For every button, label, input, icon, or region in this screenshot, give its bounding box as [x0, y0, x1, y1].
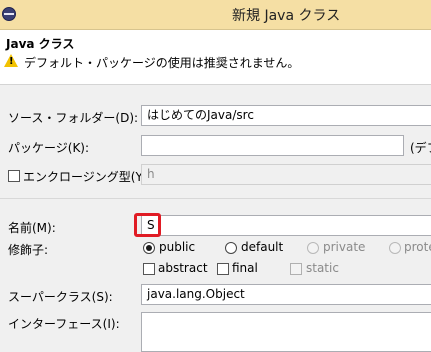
package-input[interactable]	[141, 135, 404, 156]
separator	[0, 198, 431, 199]
final-label: final	[232, 261, 258, 275]
protected-radio[interactable]	[389, 242, 401, 254]
package-default-label: (デフ	[410, 141, 431, 155]
page-heading: Java クラス	[6, 37, 75, 51]
protected-label: prote	[404, 240, 431, 254]
name-label: 名前(M):	[8, 221, 56, 235]
enclosing-type-input[interactable]: h	[141, 164, 431, 185]
static-label: static	[306, 261, 339, 275]
enclosing-type-checkbox[interactable]	[8, 170, 20, 182]
modifiers-label: 修飾子:	[8, 243, 49, 257]
eclipse-icon[interactable]	[2, 7, 16, 21]
final-checkbox[interactable]	[217, 263, 229, 275]
public-radio[interactable]	[143, 242, 155, 254]
warning-icon: !	[4, 54, 18, 67]
abstract-label: abstract	[158, 261, 208, 275]
interfaces-label: インターフェース(I):	[8, 317, 120, 331]
package-label: パッケージ(K):	[8, 141, 90, 155]
dialog-header: Java クラス ! デフォルト・パッケージの使用は推奨されません。	[0, 30, 431, 85]
superclass-label: スーパークラス(S):	[8, 290, 113, 304]
source-folder-input[interactable]: はじめてのJava/src	[141, 105, 431, 126]
name-input-highlight	[134, 213, 161, 237]
static-checkbox[interactable]	[290, 263, 302, 275]
title-bar: 新規 Java クラス	[0, 0, 431, 30]
interfaces-list[interactable]	[141, 312, 431, 352]
default-label: default	[241, 240, 284, 254]
window-title: 新規 Java クラス	[232, 8, 341, 24]
default-radio[interactable]	[225, 242, 237, 254]
enclosing-type-label: エンクロージング型(Y):	[23, 170, 152, 184]
name-input[interactable]: S	[141, 215, 431, 236]
superclass-input[interactable]: java.lang.Object	[141, 284, 431, 305]
public-label: public	[159, 240, 196, 254]
abstract-checkbox[interactable]	[143, 263, 155, 275]
private-radio[interactable]	[307, 242, 319, 254]
private-label: private	[323, 240, 366, 254]
source-folder-label: ソース・フォルダー(D):	[8, 111, 139, 125]
warning-message: デフォルト・パッケージの使用は推奨されません。	[24, 56, 300, 70]
